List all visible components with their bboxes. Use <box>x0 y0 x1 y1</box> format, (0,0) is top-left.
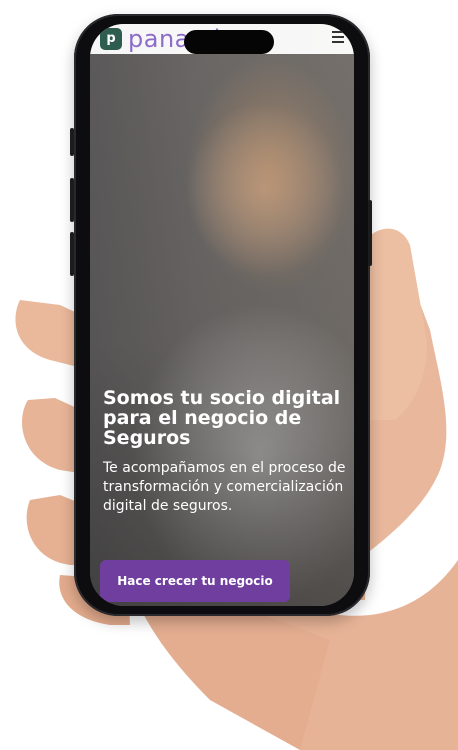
hero-subtitle: Te acompañamos en el proceso de transfor… <box>103 460 346 514</box>
hero-headline: Somos tu socio digital para el negocio d… <box>103 387 341 449</box>
dynamic-island <box>184 30 274 54</box>
phone-side-button <box>70 128 74 156</box>
hero-overlay <box>90 24 354 606</box>
phone-volume-up-button <box>70 178 74 222</box>
phone-volume-down-button <box>70 232 74 276</box>
phone-power-button <box>368 200 372 266</box>
brand-logo-icon[interactable]: p <box>100 28 122 50</box>
hamburger-menu-icon[interactable] <box>332 31 344 45</box>
cta-button[interactable]: Hace crecer tu negocio <box>100 560 290 602</box>
phone-screen: p panamb Somos tu socio digital para el … <box>90 24 354 606</box>
